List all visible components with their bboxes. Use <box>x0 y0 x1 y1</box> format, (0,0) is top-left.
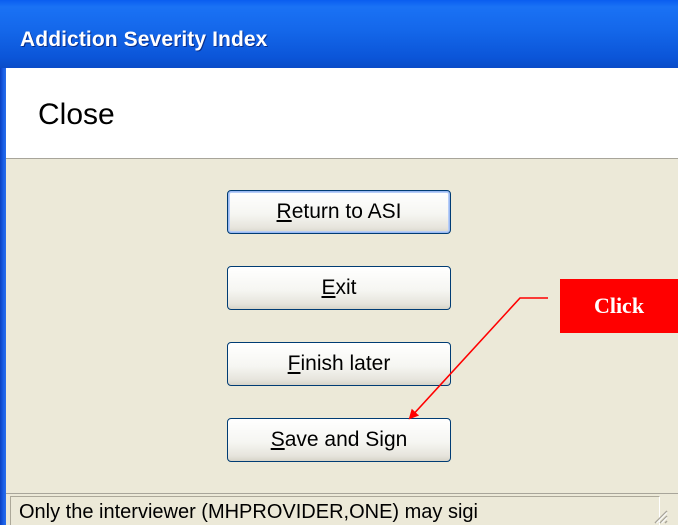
exit-accelerator: E <box>321 276 336 299</box>
callout-label: Click <box>593 293 645 318</box>
dialog-heading: Close <box>38 98 115 131</box>
return-to-asi-accelerator: R <box>276 200 292 223</box>
window-title: Addiction Severity Index <box>20 28 268 51</box>
finish-later-accelerator: F <box>287 352 301 375</box>
exit-label: xit <box>335 276 357 299</box>
exit-button[interactable]: Exit <box>227 266 451 310</box>
dialog-header: Close <box>6 68 678 159</box>
save-and-sign-button[interactable]: Save and Sign <box>227 418 451 462</box>
return-to-asi-button[interactable]: Return to ASI <box>227 190 451 234</box>
finish-later-button[interactable]: Finish later <box>227 342 451 386</box>
save-and-sign-accelerator: S <box>270 428 285 451</box>
click-callout: Click <box>560 279 678 333</box>
status-bar: Only the interviewer (MHPROVIDER,ONE) ma… <box>6 493 678 525</box>
resize-grip-icon[interactable] <box>650 506 668 524</box>
status-text: Only the interviewer (MHPROVIDER,ONE) ma… <box>10 496 660 525</box>
return-to-asi-label: eturn to ASI <box>291 200 402 223</box>
save-and-sign-label: ave and Sign <box>284 428 408 451</box>
dialog-window: Addiction Severity Index Close Return to… <box>0 0 678 525</box>
title-bar[interactable]: Addiction Severity Index <box>0 0 678 68</box>
finish-later-label: inish later <box>300 352 391 375</box>
